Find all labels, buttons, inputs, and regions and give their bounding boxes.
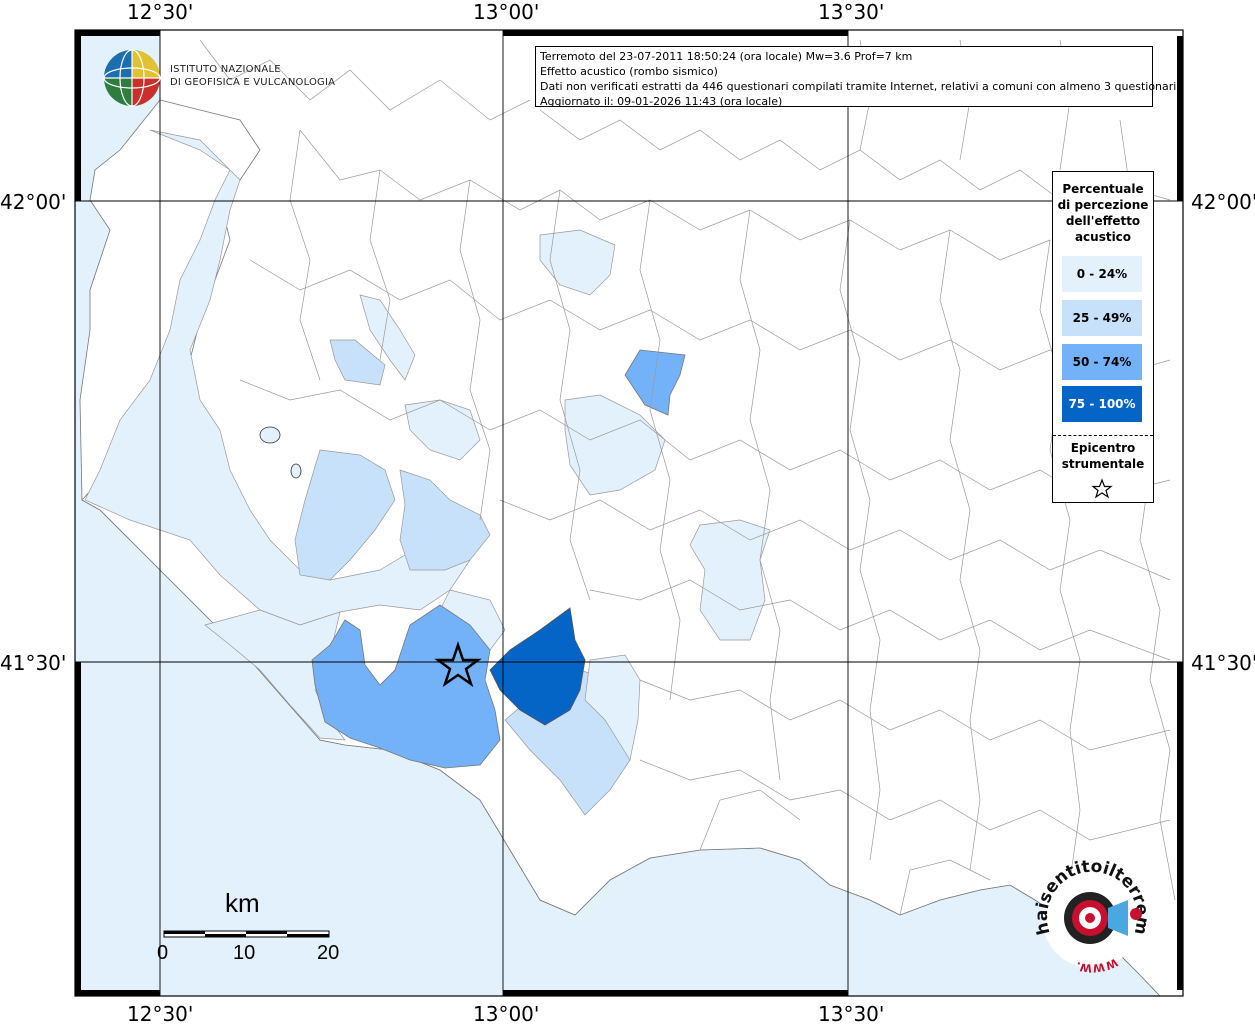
legend-separator (1053, 435, 1153, 436)
legend-swatch-50-74: 50 - 74% (1062, 344, 1142, 380)
effect-line: Effetto acustico (rombo sismico) (540, 65, 718, 78)
legend-epicenter-line: strumentale (1061, 457, 1145, 471)
ingv-line2: DI GEOFISICA E VULCANOLOGIA (170, 77, 336, 88)
data-source-line: Dati non verificati estratti da 446 ques… (540, 80, 1180, 93)
haisentitoilterremoto-logo-icon: haisentitoilterremoto.it WWW. (1032, 858, 1152, 975)
lake-1 (259, 426, 281, 444)
updated-line: Aggiornato il: 09-01-2026 11:43 (ora loc… (540, 95, 783, 108)
scale-unit: km (225, 888, 260, 918)
scale-bar: km 0 10 20 (157, 888, 350, 978)
legend-title-line: dell'effetto (1065, 214, 1141, 228)
scale-label-0: 0 (157, 942, 169, 964)
legend-title: Percentuale di percezione dell'effetto a… (1053, 181, 1153, 245)
legend-title-line: acustico (1074, 230, 1132, 244)
scale-label-10: 10 (233, 942, 256, 964)
legend-epicenter-line: Epicentro (1070, 441, 1136, 455)
ingv-logo-icon (103, 49, 161, 107)
legend-swatch-25-49: 25 - 49% (1062, 300, 1142, 336)
lake-2 (290, 463, 302, 479)
ingv-line1: ISTITUTO NAZIONALE (170, 64, 281, 75)
legend: Percentuale di percezione dell'effetto a… (1052, 171, 1154, 503)
legend-title-line: di percezione (1057, 198, 1149, 212)
event-line: Terremoto del 23-07-2011 18:50:24 (ora l… (540, 50, 913, 63)
event-info-box: Terremoto del 23-07-2011 18:50:24 (ora l… (535, 46, 1180, 108)
legend-swatch-0-24: 0 - 24% (1062, 256, 1142, 292)
ingv-logo-text: ISTITUTO NAZIONALE DI GEOFISICA E VULCAN… (170, 63, 335, 89)
legend-epicenter-title: Epicentro strumentale (1053, 440, 1153, 472)
legend-title-line: Percentuale (1062, 182, 1144, 196)
legend-star-icon (1091, 478, 1113, 499)
scale-label-20: 20 (317, 942, 340, 964)
legend-swatch-75-100: 75 - 100% (1062, 386, 1142, 422)
